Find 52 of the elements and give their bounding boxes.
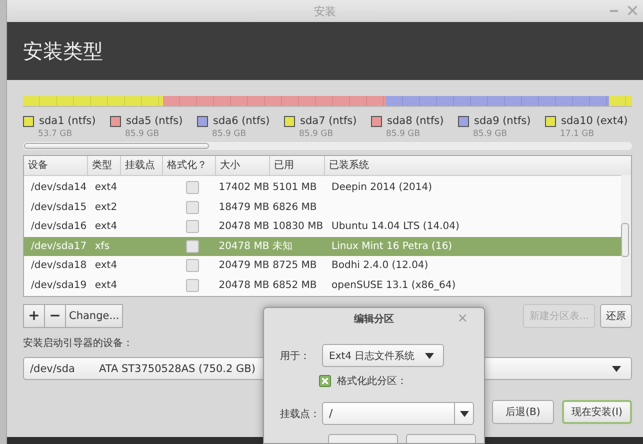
partition-name: sda10 (ext4): [561, 115, 628, 127]
table-cell-text: /dev/sda19: [30, 280, 88, 291]
table-cell-text: ext4: [94, 182, 118, 194]
partition-size: 85.9 GB: [385, 129, 422, 139]
table-cell-text: /dev/sda18: [30, 260, 88, 272]
partition-size: 85.9 GB: [124, 129, 160, 139]
partition-size: 85.9 GB: [298, 129, 334, 139]
table-cell-text: ext4: [94, 260, 118, 272]
table-cell-text: /dev/sda15: [30, 202, 88, 213]
table-cell-text: 6852 MB: [272, 280, 318, 291]
table-cell-text: 10830 MB: [272, 221, 324, 232]
table-cell-text: Bodhi 2.4.0 (12.04): [330, 260, 430, 272]
field-label: 挂载点：: [280, 408, 321, 420]
table-cell-text: Linux Mint 16 Petra (16): [330, 240, 454, 252]
partition-name: sda1 (ntfs): [39, 115, 96, 127]
table-cell-text: Deepin 2014 (2014): [330, 182, 434, 194]
partition-size: 17.1 GB: [559, 129, 596, 139]
partition-size: 53.7 GB: [37, 129, 74, 139]
partition-name: sda6 (ntfs): [213, 115, 270, 127]
table-cell-text: ext4: [94, 221, 118, 232]
field-label: 用于：: [280, 350, 311, 362]
table-cell-text: 20479 MB: [218, 260, 270, 272]
device-model: ATA ST3750528AS (750.2 GB): [98, 362, 256, 374]
window-title: 安装: [314, 4, 336, 18]
table-cell-text: 17402 MB: [218, 182, 270, 194]
device-path: /dev/sda: [30, 362, 75, 374]
table-cell-text: 未知: [272, 240, 294, 254]
partition-size: 85.9 GB: [472, 129, 508, 139]
table-cell-text: 20478 MB: [218, 240, 270, 252]
table-cell-text: 20478 MB: [218, 221, 270, 232]
table-cell-text: 18479 MB: [218, 202, 270, 213]
table-cell-text: ext2: [94, 202, 118, 213]
table-cell-text: Ubuntu 14.04 LTS (14.04): [330, 221, 460, 232]
table-cell-text: /dev/sda14: [30, 182, 88, 194]
page-title: 安装类型: [23, 38, 103, 64]
partition-size: 85.9 GB: [211, 129, 248, 139]
table-cell-text: xfs: [94, 240, 111, 252]
dialog-title: 编辑分区: [354, 312, 394, 326]
checkbox-label: 格式化此分区：: [337, 374, 407, 388]
table-cell-text: /dev/sda17: [30, 240, 88, 252]
bootloader-label: 安装启动引导器的设备：: [23, 336, 134, 350]
table-cell-text: /dev/sda16: [30, 221, 88, 232]
table-cell-text: ext4: [94, 280, 118, 291]
table-cell-text: 20478 MB: [218, 280, 270, 291]
table-cell-text: 5101 MB: [272, 182, 318, 194]
partition-name: sda7 (ntfs): [300, 115, 357, 127]
table-cell-text: 8725 MB: [272, 260, 318, 272]
partition-name: sda9 (ntfs): [474, 115, 531, 127]
partition-name: sda8 (ntfs): [387, 115, 444, 127]
table-cell-text: 6826 MB: [272, 202, 318, 213]
partition-name: sda5 (ntfs): [126, 115, 183, 127]
table-cell-text: openSUSE 13.1 (x86_64): [330, 280, 457, 291]
